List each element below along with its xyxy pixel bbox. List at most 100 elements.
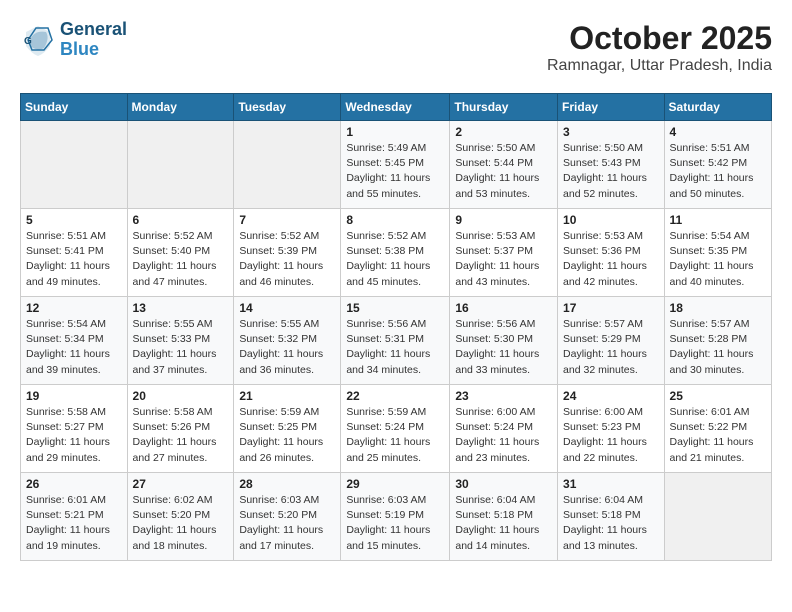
- calendar-cell: 2 Sunrise: 5:50 AMSunset: 5:44 PMDaylight…: [450, 121, 558, 209]
- calendar-cell: 27Sunrise: 6:02 AMSunset: 5:20 PMDayligh…: [127, 473, 234, 561]
- day-detail: Sunrise: 5:53 AMSunset: 5:37 PMDaylight:…: [455, 229, 552, 290]
- calendar-week-3: 12 Sunrise: 5:54 AMSunset: 5:34 PMDayligh…: [21, 297, 772, 385]
- day-number: 25: [670, 389, 766, 403]
- weekday-header-tuesday: Tuesday: [234, 94, 341, 121]
- day-detail: Sunrise: 6:01 AMSunset: 5:22 PMDaylight:…: [670, 405, 766, 466]
- day-detail: Sunrise: 6:04 AMSunset: 5:18 PMDaylight:…: [455, 493, 552, 554]
- day-number: 16: [455, 301, 552, 315]
- calendar-cell: 28 Sunrise: 6:03 AMSunset: 5:20 PMDayligh…: [234, 473, 341, 561]
- calendar-cell: 20 Sunrise: 5:58 AMSunset: 5:26 PMDayligh…: [127, 385, 234, 473]
- day-detail: Sunrise: 5:58 AMSunset: 5:26 PMDaylight:…: [133, 405, 229, 466]
- logo-text: General Blue: [60, 20, 127, 60]
- day-detail: Sunrise: 5:52 AMSunset: 5:39 PMDaylight:…: [239, 229, 335, 290]
- svg-text:G: G: [24, 36, 32, 47]
- location: Ramnagar, Uttar Pradesh, India: [547, 57, 772, 75]
- day-detail: Sunrise: 5:51 AMSunset: 5:41 PMDaylight:…: [26, 229, 122, 290]
- calendar-cell: 5 Sunrise: 5:51 AMSunset: 5:41 PMDaylight…: [21, 209, 128, 297]
- day-number: 8: [346, 213, 444, 227]
- weekday-header-wednesday: Wednesday: [341, 94, 450, 121]
- day-number: 1: [346, 125, 444, 139]
- calendar-week-2: 5 Sunrise: 5:51 AMSunset: 5:41 PMDaylight…: [21, 209, 772, 297]
- calendar-cell: 26 Sunrise: 6:01 AMSunset: 5:21 PMDayligh…: [21, 473, 128, 561]
- day-detail: Sunrise: 5:59 AMSunset: 5:24 PMDaylight:…: [346, 405, 444, 466]
- calendar-cell: [664, 473, 771, 561]
- day-number: 26: [26, 477, 122, 491]
- day-number: 28: [239, 477, 335, 491]
- calendar-cell: 31 Sunrise: 6:04 AMSunset: 5:18 PMDayligh…: [558, 473, 665, 561]
- calendar-cell: 12 Sunrise: 5:54 AMSunset: 5:34 PMDayligh…: [21, 297, 128, 385]
- calendar-cell: 8 Sunrise: 5:52 AMSunset: 5:38 PMDaylight…: [341, 209, 450, 297]
- day-number: 29: [346, 477, 444, 491]
- day-detail: Sunrise: 6:03 AMSunset: 5:19 PMDaylight:…: [346, 493, 444, 554]
- calendar-cell: 7 Sunrise: 5:52 AMSunset: 5:39 PMDaylight…: [234, 209, 341, 297]
- day-detail: Sunrise: 5:58 AMSunset: 5:27 PMDaylight:…: [26, 405, 122, 466]
- calendar-week-1: 1Sunrise: 5:49 AMSunset: 5:45 PMDaylight…: [21, 121, 772, 209]
- day-number: 12: [26, 301, 122, 315]
- logo-icon: G: [20, 22, 56, 58]
- day-detail: Sunrise: 6:00 AMSunset: 5:24 PMDaylight:…: [455, 405, 552, 466]
- day-number: 3: [563, 125, 659, 139]
- calendar-cell: 3Sunrise: 5:50 AMSunset: 5:43 PMDaylight…: [558, 121, 665, 209]
- day-detail: Sunrise: 5:54 AMSunset: 5:35 PMDaylight:…: [670, 229, 766, 290]
- day-number: 7: [239, 213, 335, 227]
- day-detail: Sunrise: 5:52 AMSunset: 5:38 PMDaylight:…: [346, 229, 444, 290]
- calendar-cell: 16Sunrise: 5:56 AMSunset: 5:30 PMDayligh…: [450, 297, 558, 385]
- day-number: 10: [563, 213, 659, 227]
- day-number: 23: [455, 389, 552, 403]
- weekday-header-saturday: Saturday: [664, 94, 771, 121]
- day-number: 14: [239, 301, 335, 315]
- day-detail: Sunrise: 6:03 AMSunset: 5:20 PMDaylight:…: [239, 493, 335, 554]
- logo-line1: General: [60, 20, 127, 40]
- calendar-cell: 24 Sunrise: 6:00 AMSunset: 5:23 PMDayligh…: [558, 385, 665, 473]
- day-number: 2: [455, 125, 552, 139]
- calendar-cell: 4 Sunrise: 5:51 AMSunset: 5:42 PMDaylight…: [664, 121, 771, 209]
- logo-line2: Blue: [60, 40, 127, 60]
- calendar-cell: [21, 121, 128, 209]
- day-number: 13: [133, 301, 229, 315]
- day-detail: Sunrise: 5:59 AMSunset: 5:25 PMDaylight:…: [239, 405, 335, 466]
- day-detail: Sunrise: 6:01 AMSunset: 5:21 PMDaylight:…: [26, 493, 122, 554]
- day-number: 4: [670, 125, 766, 139]
- calendar-cell: 11 Sunrise: 5:54 AMSunset: 5:35 PMDayligh…: [664, 209, 771, 297]
- day-number: 11: [670, 213, 766, 227]
- weekday-header-monday: Monday: [127, 94, 234, 121]
- calendar-cell: 18 Sunrise: 5:57 AMSunset: 5:28 PMDayligh…: [664, 297, 771, 385]
- day-number: 5: [26, 213, 122, 227]
- calendar-cell: 13 Sunrise: 5:55 AMSunset: 5:33 PMDayligh…: [127, 297, 234, 385]
- weekday-header-friday: Friday: [558, 94, 665, 121]
- day-detail: Sunrise: 5:54 AMSunset: 5:34 PMDaylight:…: [26, 317, 122, 378]
- calendar-cell: 6Sunrise: 5:52 AMSunset: 5:40 PMDaylight…: [127, 209, 234, 297]
- month-title: October 2025: [547, 20, 772, 57]
- calendar-cell: 19 Sunrise: 5:58 AMSunset: 5:27 PMDayligh…: [21, 385, 128, 473]
- calendar-cell: 29 Sunrise: 6:03 AMSunset: 5:19 PMDayligh…: [341, 473, 450, 561]
- calendar-cell: 1Sunrise: 5:49 AMSunset: 5:45 PMDaylight…: [341, 121, 450, 209]
- weekday-header-row: SundayMondayTuesdayWednesdayThursdayFrid…: [21, 94, 772, 121]
- day-number: 31: [563, 477, 659, 491]
- day-detail: Sunrise: 5:51 AMSunset: 5:42 PMDaylight:…: [670, 141, 766, 202]
- day-detail: Sunrise: 5:57 AMSunset: 5:29 PMDaylight:…: [563, 317, 659, 378]
- day-detail: Sunrise: 5:53 AMSunset: 5:36 PMDaylight:…: [563, 229, 659, 290]
- day-detail: Sunrise: 5:57 AMSunset: 5:28 PMDaylight:…: [670, 317, 766, 378]
- day-detail: Sunrise: 5:52 AMSunset: 5:40 PMDaylight:…: [133, 229, 229, 290]
- calendar-cell: 25 Sunrise: 6:01 AMSunset: 5:22 PMDayligh…: [664, 385, 771, 473]
- day-number: 18: [670, 301, 766, 315]
- day-number: 19: [26, 389, 122, 403]
- weekday-header-sunday: Sunday: [21, 94, 128, 121]
- calendar-week-4: 19 Sunrise: 5:58 AMSunset: 5:27 PMDayligh…: [21, 385, 772, 473]
- day-detail: Sunrise: 6:04 AMSunset: 5:18 PMDaylight:…: [563, 493, 659, 554]
- day-detail: Sunrise: 5:50 AMSunset: 5:44 PMDaylight:…: [455, 141, 552, 202]
- calendar-cell: [234, 121, 341, 209]
- top-bar: G General Blue October 2025 Ramnagar, Ut…: [20, 20, 772, 85]
- calendar-cell: 21Sunrise: 5:59 AMSunset: 5:25 PMDayligh…: [234, 385, 341, 473]
- day-number: 30: [455, 477, 552, 491]
- day-detail: Sunrise: 5:55 AMSunset: 5:33 PMDaylight:…: [133, 317, 229, 378]
- calendar-cell: [127, 121, 234, 209]
- day-detail: Sunrise: 5:55 AMSunset: 5:32 PMDaylight:…: [239, 317, 335, 378]
- day-number: 20: [133, 389, 229, 403]
- day-number: 15: [346, 301, 444, 315]
- day-number: 24: [563, 389, 659, 403]
- calendar-cell: 15Sunrise: 5:56 AMSunset: 5:31 PMDayligh…: [341, 297, 450, 385]
- day-number: 17: [563, 301, 659, 315]
- day-number: 22: [346, 389, 444, 403]
- day-detail: Sunrise: 6:00 AMSunset: 5:23 PMDaylight:…: [563, 405, 659, 466]
